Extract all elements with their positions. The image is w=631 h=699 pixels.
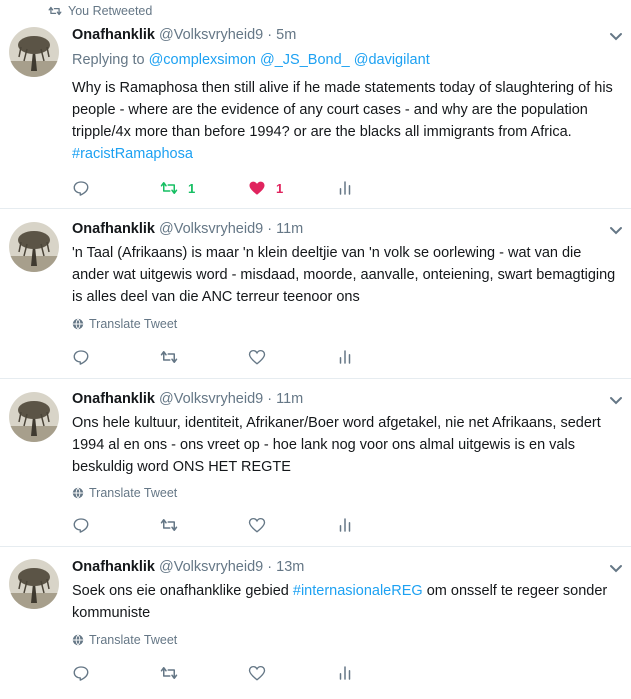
translate-label: Translate Tweet <box>89 317 178 331</box>
separator-dot: · <box>267 27 273 43</box>
tweet-actions <box>72 516 372 536</box>
translate-tweet-link[interactable]: Translate Tweet <box>72 317 177 331</box>
tweet-1[interactable]: You Retweeted Onafhanklik @Volksvryheid9… <box>0 0 631 209</box>
chevron-down-icon[interactable] <box>609 564 623 574</box>
tweet-2[interactable]: Onafhanklik @Volksvryheid9 · 11m 'n Taal… <box>0 209 631 379</box>
tweet-actions: 1 1 <box>72 179 372 199</box>
retweet-button[interactable] <box>160 664 178 682</box>
reply-button[interactable] <box>72 348 90 366</box>
tweet-text: Why is Ramaphosa then still alive if he … <box>72 77 622 165</box>
retweet-count: 1 <box>188 180 196 196</box>
retweet-button[interactable]: 1 <box>160 179 195 197</box>
tweet-header: Onafhanklik @Volksvryheid9 · 11m <box>72 221 303 237</box>
analytics-icon <box>339 181 351 195</box>
heart-filled-icon <box>249 181 265 195</box>
avatar-tree-image <box>9 392 59 442</box>
analytics-button[interactable] <box>336 348 354 366</box>
tweet-4[interactable]: Onafhanklik @Volksvryheid9 · 13m Soek on… <box>0 547 631 699</box>
hashtag-link[interactable]: #racistRamaphosa <box>72 146 193 162</box>
display-name[interactable]: Onafhanklik <box>72 27 155 43</box>
like-button[interactable] <box>248 348 266 366</box>
analytics-icon <box>339 350 351 364</box>
tweet-body: Soek ons eie onafhanklike gebied <box>72 583 289 599</box>
reply-button[interactable] <box>72 664 90 682</box>
translate-label: Translate Tweet <box>89 486 178 500</box>
hashtag-link[interactable]: #internasionaleREG <box>293 583 423 599</box>
translate-tweet-link[interactable]: Translate Tweet <box>72 486 177 500</box>
retweet-button[interactable] <box>160 516 178 534</box>
heart-icon <box>248 517 266 533</box>
retweet-small-icon <box>48 6 62 16</box>
tweet-header: Onafhanklik @Volksvryheid9 · 13m <box>72 559 304 575</box>
separator-dot: · <box>267 221 273 237</box>
retweet-icon <box>160 351 178 363</box>
translate-label: Translate Tweet <box>89 633 178 647</box>
tweet-header: Onafhanklik @Volksvryheid9 · 5m <box>72 27 296 43</box>
reply-icon <box>73 350 89 365</box>
tweet-body: Why is Ramaphosa then still alive if he … <box>72 80 613 140</box>
like-button[interactable] <box>248 516 266 534</box>
like-button[interactable] <box>248 664 266 682</box>
globe-icon <box>72 634 84 646</box>
retweet-button[interactable] <box>160 348 178 366</box>
tweet-3[interactable]: Onafhanklik @Volksvryheid9 · 11m Ons hel… <box>0 379 631 547</box>
reply-icon <box>73 518 89 533</box>
chevron-down-icon[interactable] <box>609 226 623 236</box>
retweet-icon <box>160 519 178 531</box>
chevron-down-icon[interactable] <box>609 32 623 42</box>
avatar[interactable] <box>9 559 59 609</box>
reply-button[interactable] <box>72 179 90 197</box>
mention-link[interactable]: @complexsimon <box>149 52 256 68</box>
replying-to: Replying to @complexsimon @_JS_Bond_ @da… <box>72 52 430 68</box>
separator-dot: · <box>267 391 273 407</box>
tweet-text: Ons hele kultuur, identiteit, Afrikaner/… <box>72 415 601 475</box>
user-handle[interactable]: @Volksvryheid9 <box>159 391 263 407</box>
analytics-icon <box>339 666 351 680</box>
tweet-actions <box>72 664 372 684</box>
mention-link[interactable]: @_JS_Bond_ <box>260 52 350 68</box>
avatar[interactable] <box>9 222 59 272</box>
heart-icon <box>248 349 266 365</box>
like-button[interactable]: 1 <box>248 179 283 197</box>
display-name[interactable]: Onafhanklik <box>72 559 155 575</box>
tweet-header: Onafhanklik @Volksvryheid9 · 11m <box>72 391 303 407</box>
tweet-actions <box>72 348 372 368</box>
analytics-button[interactable] <box>336 664 354 682</box>
reply-button[interactable] <box>72 516 90 534</box>
display-name[interactable]: Onafhanklik <box>72 391 155 407</box>
retweet-icon <box>160 182 178 194</box>
retweeted-label: You Retweeted <box>68 4 153 18</box>
reply-icon <box>73 181 89 196</box>
avatar-tree-image <box>9 27 59 77</box>
retweeted-banner: You Retweeted <box>48 4 152 18</box>
timestamp[interactable]: 5m <box>276 27 296 43</box>
like-count: 1 <box>276 180 284 196</box>
timestamp[interactable]: 13m <box>276 559 304 575</box>
analytics-button[interactable] <box>336 516 354 534</box>
reply-icon <box>73 666 89 681</box>
tweet-text: 'n Taal (Afrikaans) is maar 'n klein dee… <box>72 245 616 305</box>
replying-to-label: Replying to <box>72 52 145 68</box>
globe-icon <box>72 487 84 499</box>
analytics-button[interactable] <box>336 179 354 197</box>
analytics-icon <box>339 518 351 532</box>
user-handle[interactable]: @Volksvryheid9 <box>159 27 263 43</box>
avatar[interactable] <box>9 27 59 77</box>
retweet-icon <box>160 667 178 679</box>
timestamp[interactable]: 11m <box>276 391 303 407</box>
user-handle[interactable]: @Volksvryheid9 <box>159 559 263 575</box>
tweet-text: Soek ons eie onafhanklike gebied #intern… <box>72 580 622 624</box>
avatar-tree-image <box>9 222 59 272</box>
chevron-down-icon[interactable] <box>609 396 623 406</box>
heart-icon <box>248 665 266 681</box>
mention-link[interactable]: @davigilant <box>354 52 430 68</box>
translate-tweet-link[interactable]: Translate Tweet <box>72 633 177 647</box>
globe-icon <box>72 318 84 330</box>
timestamp[interactable]: 11m <box>276 221 303 237</box>
avatar-tree-image <box>9 559 59 609</box>
user-handle[interactable]: @Volksvryheid9 <box>159 221 263 237</box>
separator-dot: · <box>267 559 273 575</box>
avatar[interactable] <box>9 392 59 442</box>
display-name[interactable]: Onafhanklik <box>72 221 155 237</box>
